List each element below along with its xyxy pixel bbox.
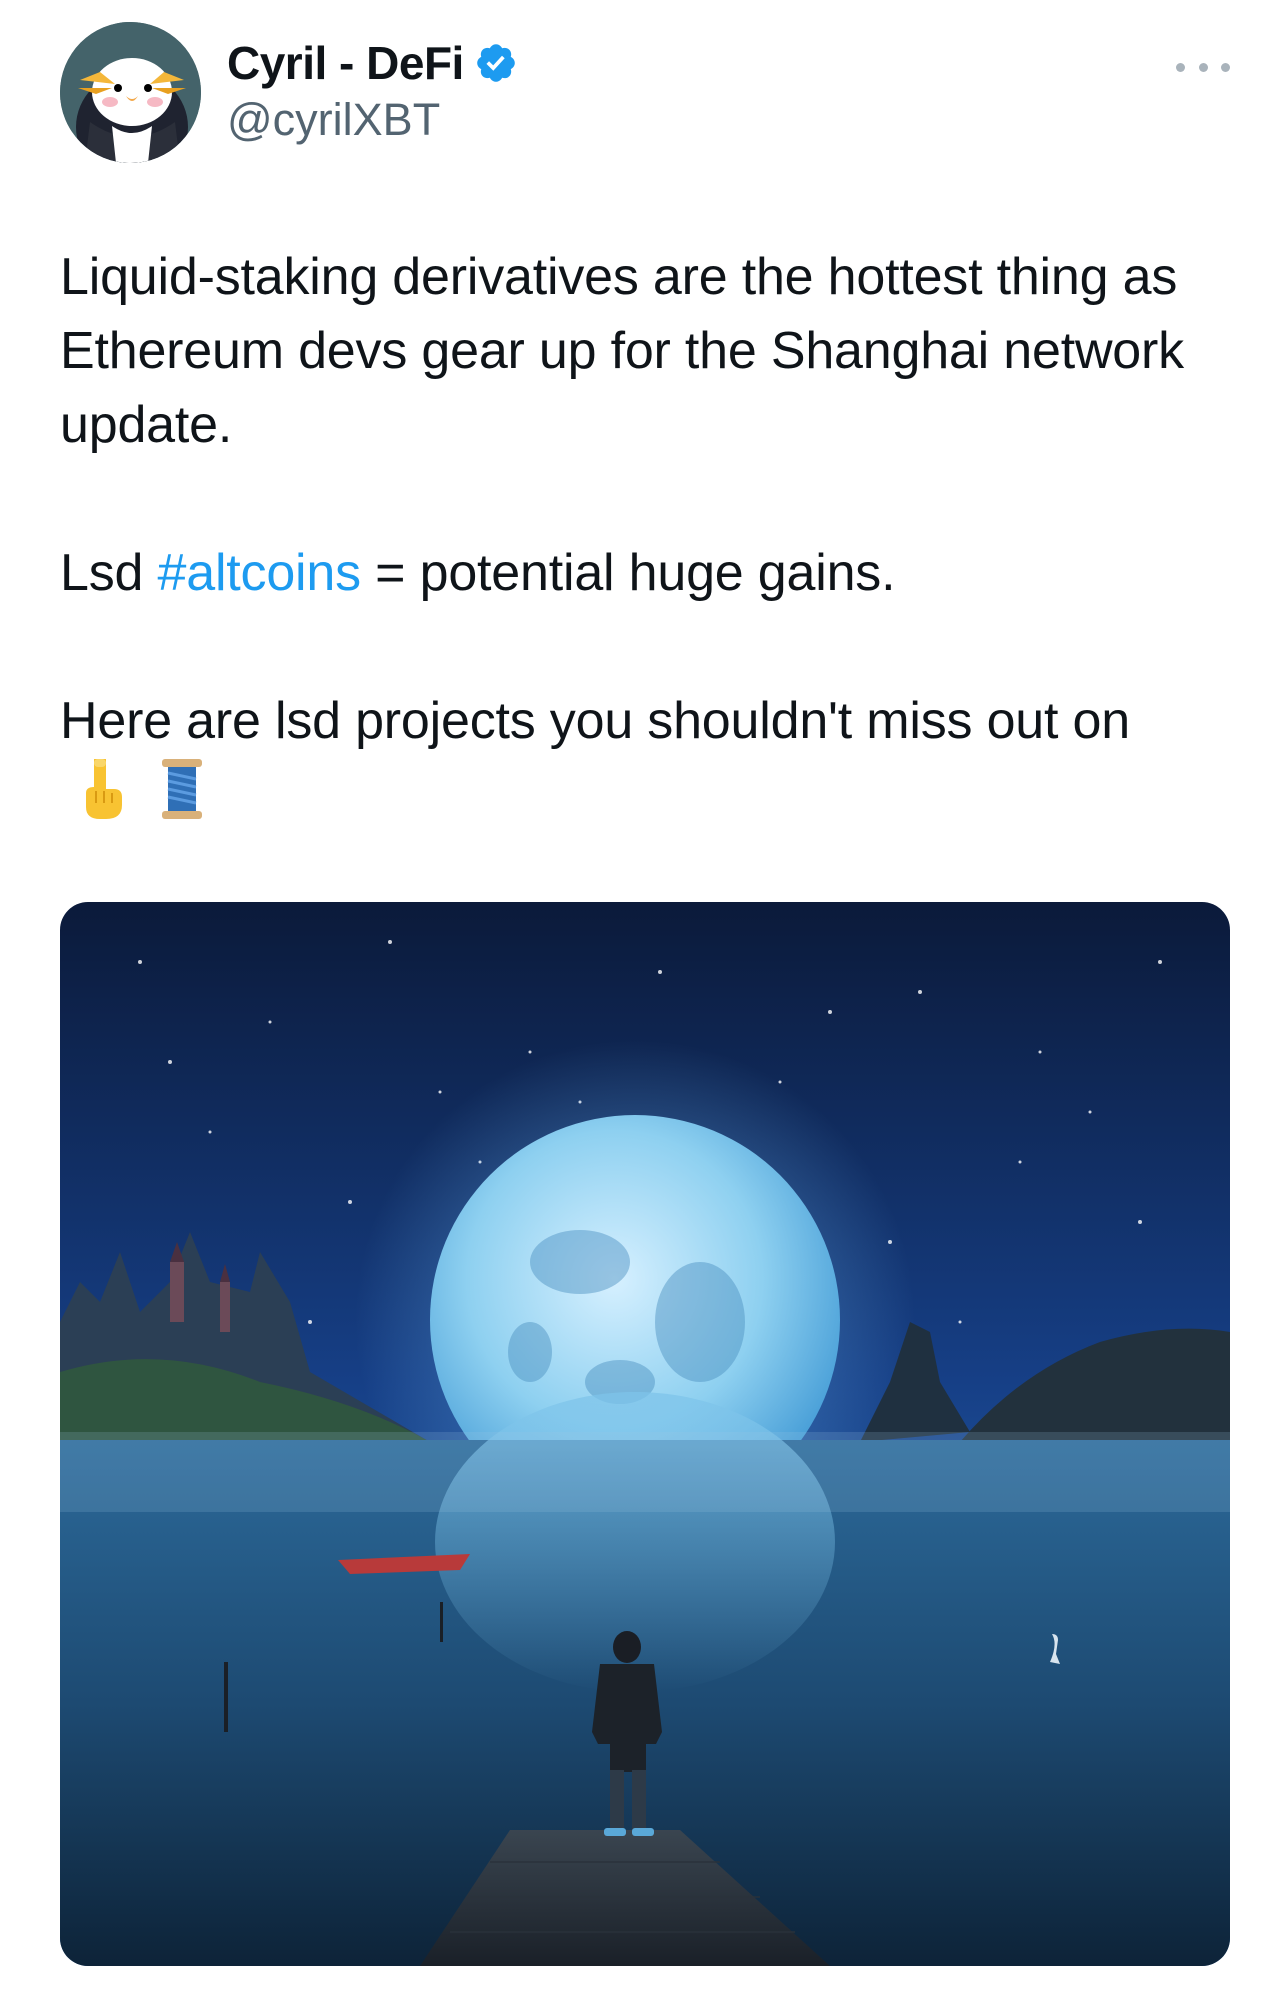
more-options-icon[interactable] — [1176, 52, 1230, 82]
text-suffix: = potential huge gains. — [360, 544, 896, 602]
text-prefix: Lsd — [60, 544, 158, 602]
author-handle[interactable]: @cyrilXBT — [227, 94, 440, 146]
tweet-text: Liquid-staking derivatives are the hotte… — [60, 240, 1240, 836]
tweet-paragraph-3: Here are lsd projects you shouldn't miss… — [60, 692, 1130, 750]
thread-spool-emoji-icon — [160, 757, 204, 841]
tweet-paragraph-1: Liquid-staking derivatives are the hotte… — [60, 248, 1184, 454]
tweet-paragraph-2: Lsd #altcoins = potential huge gains. — [60, 536, 1240, 610]
pointing-down-emoji-icon — [78, 757, 128, 841]
display-name[interactable]: Cyril - DeFi — [227, 36, 464, 90]
avatar[interactable] — [60, 22, 201, 163]
tweet-media[interactable] — [60, 902, 1230, 1966]
hashtag-link[interactable]: #altcoins — [158, 544, 362, 602]
verified-badge-icon — [474, 41, 518, 85]
moonlit-lake-image-icon — [60, 902, 1230, 1966]
dot — [1198, 62, 1208, 72]
dot — [1176, 62, 1185, 72]
tweet-header: Cyril - DeFi @cyrilXBT — [60, 22, 1230, 167]
name-row: Cyril - DeFi — [227, 36, 518, 90]
dot — [1221, 62, 1230, 72]
penguin-avatar-icon — [60, 22, 201, 163]
emoji-row — [60, 759, 1240, 836]
